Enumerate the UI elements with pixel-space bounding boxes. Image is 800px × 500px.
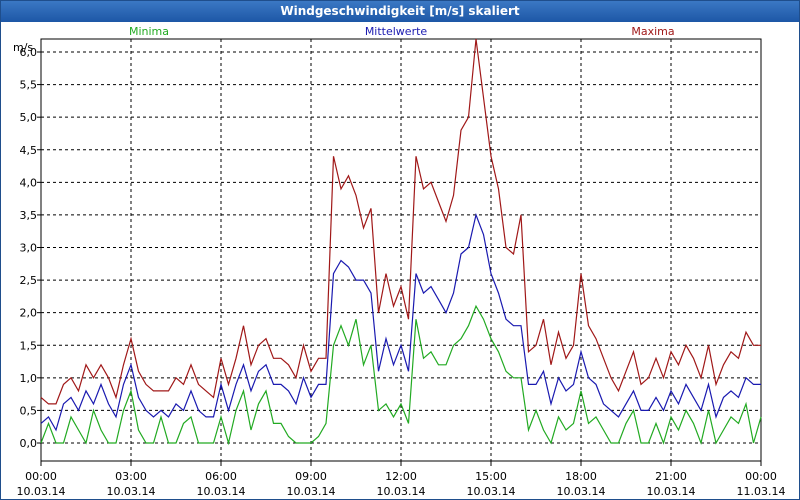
y-tick-label: 0,5 [20,404,38,417]
x-tick-date-label: 10.03.14 [197,485,246,498]
y-tick-label: 5,0 [20,111,38,124]
chart-title: Windgeschwindigkeit [m/s] skaliert [1,1,799,22]
x-tick-time-label: 21:00 [655,470,687,483]
y-tick-label: 4,0 [20,176,38,189]
x-tick-time-label: 00:00 [25,470,57,483]
x-tick-date-label: 10.03.14 [647,485,696,498]
y-tick-label: 2,5 [20,274,38,287]
chart-window: Windgeschwindigkeit [m/s] skaliert 0,0 0,… [0,0,800,500]
y-axis-label: m/s [13,41,33,54]
y-tick-label: 0,0 [20,437,38,450]
x-tick-date-label: 10.03.14 [467,485,516,498]
y-tick-label: 1,0 [20,372,38,385]
legend-entry: Maxima [631,25,674,38]
x-tick-date-label: 10.03.14 [557,485,606,498]
x-tick-time-label: 18:00 [565,470,597,483]
y-tick-label: 2,0 [20,307,38,320]
x-tick-time-label: 03:00 [115,470,147,483]
y-tick-label: 1,5 [20,339,38,352]
x-tick-time-label: 06:00 [205,470,237,483]
x-tick-time-label: 15:00 [475,470,507,483]
y-tick-label: 3,0 [20,242,38,255]
wind-speed-chart: 0,00,51,01,52,02,53,03,54,04,55,05,56,0m… [13,25,786,498]
x-tick-date-label: 10.03.14 [107,485,156,498]
x-tick-date-label: 11.03.14 [737,485,786,498]
x-tick-date-label: 10.03.14 [17,485,66,498]
x-tick-time-label: 12:00 [385,470,417,483]
x-tick-date-label: 10.03.14 [287,485,336,498]
y-tick-label: 5,5 [20,79,38,92]
x-tick-time-label: 00:00 [745,470,777,483]
x-tick-time-label: 09:00 [295,470,327,483]
y-tick-label: 4,5 [20,144,38,157]
y-tick-label: 3,5 [20,209,38,222]
x-tick-date-label: 10.03.14 [377,485,426,498]
legend-entry: Minima [129,25,169,38]
legend-entry: Mittelwerte [365,25,428,38]
